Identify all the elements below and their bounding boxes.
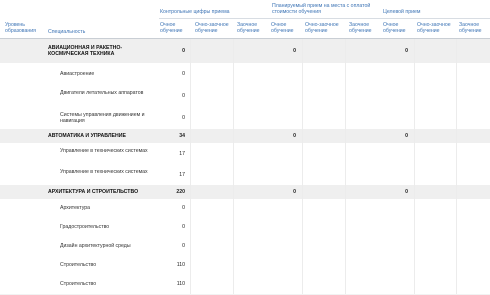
- header-group-target: Целевой прием: [383, 9, 421, 15]
- kcp-full-time-value: 34: [179, 133, 185, 139]
- paid-full-time-value: 0: [293, 133, 296, 139]
- kcp-full-time-value: 0: [182, 48, 185, 54]
- target-full-time-value: 0: [405, 189, 408, 195]
- specialty-name: Строительство: [60, 262, 97, 268]
- kcp-full-time-value: 110: [176, 262, 185, 268]
- kcp-full-time-value: 0: [182, 93, 185, 99]
- table-group-row: АРХИТЕКТУРА И СТРОИТЕЛЬСТВО 220 0 0: [0, 185, 490, 199]
- specialty-name: Авиастроение: [60, 71, 95, 77]
- header-target-mixed: Очно-заочное обучение: [417, 22, 451, 34]
- table-row: Строительство 110: [0, 256, 490, 276]
- header-paid-full: Очное обучение: [271, 22, 294, 34]
- table-row: Системы управления движением и навигация…: [0, 107, 490, 130]
- header-target-extramural: Заочное обучение: [459, 22, 482, 34]
- table-row: Архитектура 0: [0, 199, 490, 219]
- specialty-name: Градостроительство: [60, 224, 110, 230]
- specialty-name: Управление в технических системах: [60, 148, 148, 154]
- admission-table: АВИАЦИОННАЯ И РАКЕТНО-КОСМИЧЕСКАЯ ТЕХНИК…: [0, 39, 490, 295]
- header-target-full: Очное обучение: [383, 22, 406, 34]
- header-divider: [159, 18, 490, 19]
- header-level: Уровень образования: [5, 22, 36, 34]
- table-header: Уровень образования Специальность Контро…: [0, 0, 490, 39]
- table-row: Двигатели летательных аппаратов 0: [0, 85, 490, 108]
- kcp-full-time-value: 0: [182, 71, 185, 77]
- kcp-full-time-value: 220: [176, 189, 185, 195]
- paid-full-time-value: 0: [293, 48, 296, 54]
- column-divider: [233, 39, 234, 294]
- header-kcp-full: Очное обучение: [160, 22, 183, 34]
- kcp-full-time-value: 17: [179, 172, 185, 178]
- group-name: АВТОМАТИКА И УПРАВЛЕНИЕ: [48, 133, 126, 139]
- column-divider: [456, 39, 457, 294]
- column-divider: [345, 39, 346, 294]
- column-divider: [414, 39, 415, 294]
- header-group-kcp: Контрольные цифры приема: [160, 9, 230, 15]
- table-row: Дизайн архитектурной среды 0: [0, 237, 490, 257]
- paid-full-time-value: 0: [293, 189, 296, 195]
- table-row: Градостроительство 0: [0, 218, 490, 238]
- table-row: Управление в технических системах 17: [0, 165, 490, 186]
- specialty-name: Дизайн архитектурной среды: [60, 243, 131, 249]
- specialty-name: Архитектура: [60, 205, 91, 211]
- specialty-name: Строительство: [60, 281, 97, 287]
- table-row: Авиастроение 0: [0, 63, 490, 86]
- header-paid-mixed: Очно-заочное обучение: [305, 22, 339, 34]
- header-paid-extramural: Заочное обучение: [349, 22, 372, 34]
- table-row: Строительство 110: [0, 275, 490, 295]
- header-specialty: Специальность: [48, 29, 86, 35]
- kcp-full-time-value: 0: [182, 115, 185, 121]
- header-group-paid: Планируемый прием на места с оплатой сто…: [272, 3, 371, 15]
- column-divider: [302, 39, 303, 294]
- table-row: Управление в технических системах 17: [0, 143, 490, 166]
- header-kcp-extramural: Заочное обучение: [237, 22, 260, 34]
- specialty-name: Двигатели летательных аппаратов: [60, 90, 144, 96]
- kcp-full-time-value: 0: [182, 243, 185, 249]
- header-kcp-mixed: Очно-заочное обучение: [195, 22, 229, 34]
- specialty-name: Управление в технических системах: [60, 169, 148, 175]
- specialty-name: Системы управления движением и навигация: [60, 112, 145, 125]
- target-full-time-value: 0: [405, 48, 408, 54]
- kcp-full-time-value: 110: [176, 281, 185, 287]
- group-name: АВИАЦИОННАЯ И РАКЕТНО-КОСМИЧЕСКАЯ ТЕХНИК…: [48, 45, 123, 58]
- table-group-row: АВТОМАТИКА И УПРАВЛЕНИЕ 34 0 0: [0, 129, 490, 143]
- target-full-time-value: 0: [405, 133, 408, 139]
- table-group-row: АВИАЦИОННАЯ И РАКЕТНО-КОСМИЧЕСКАЯ ТЕХНИК…: [0, 39, 490, 63]
- kcp-full-time-value: 0: [182, 205, 185, 211]
- group-name: АРХИТЕКТУРА И СТРОИТЕЛЬСТВО: [48, 189, 139, 195]
- kcp-full-time-value: 17: [179, 151, 185, 157]
- column-divider: [190, 39, 191, 294]
- kcp-full-time-value: 0: [182, 224, 185, 230]
